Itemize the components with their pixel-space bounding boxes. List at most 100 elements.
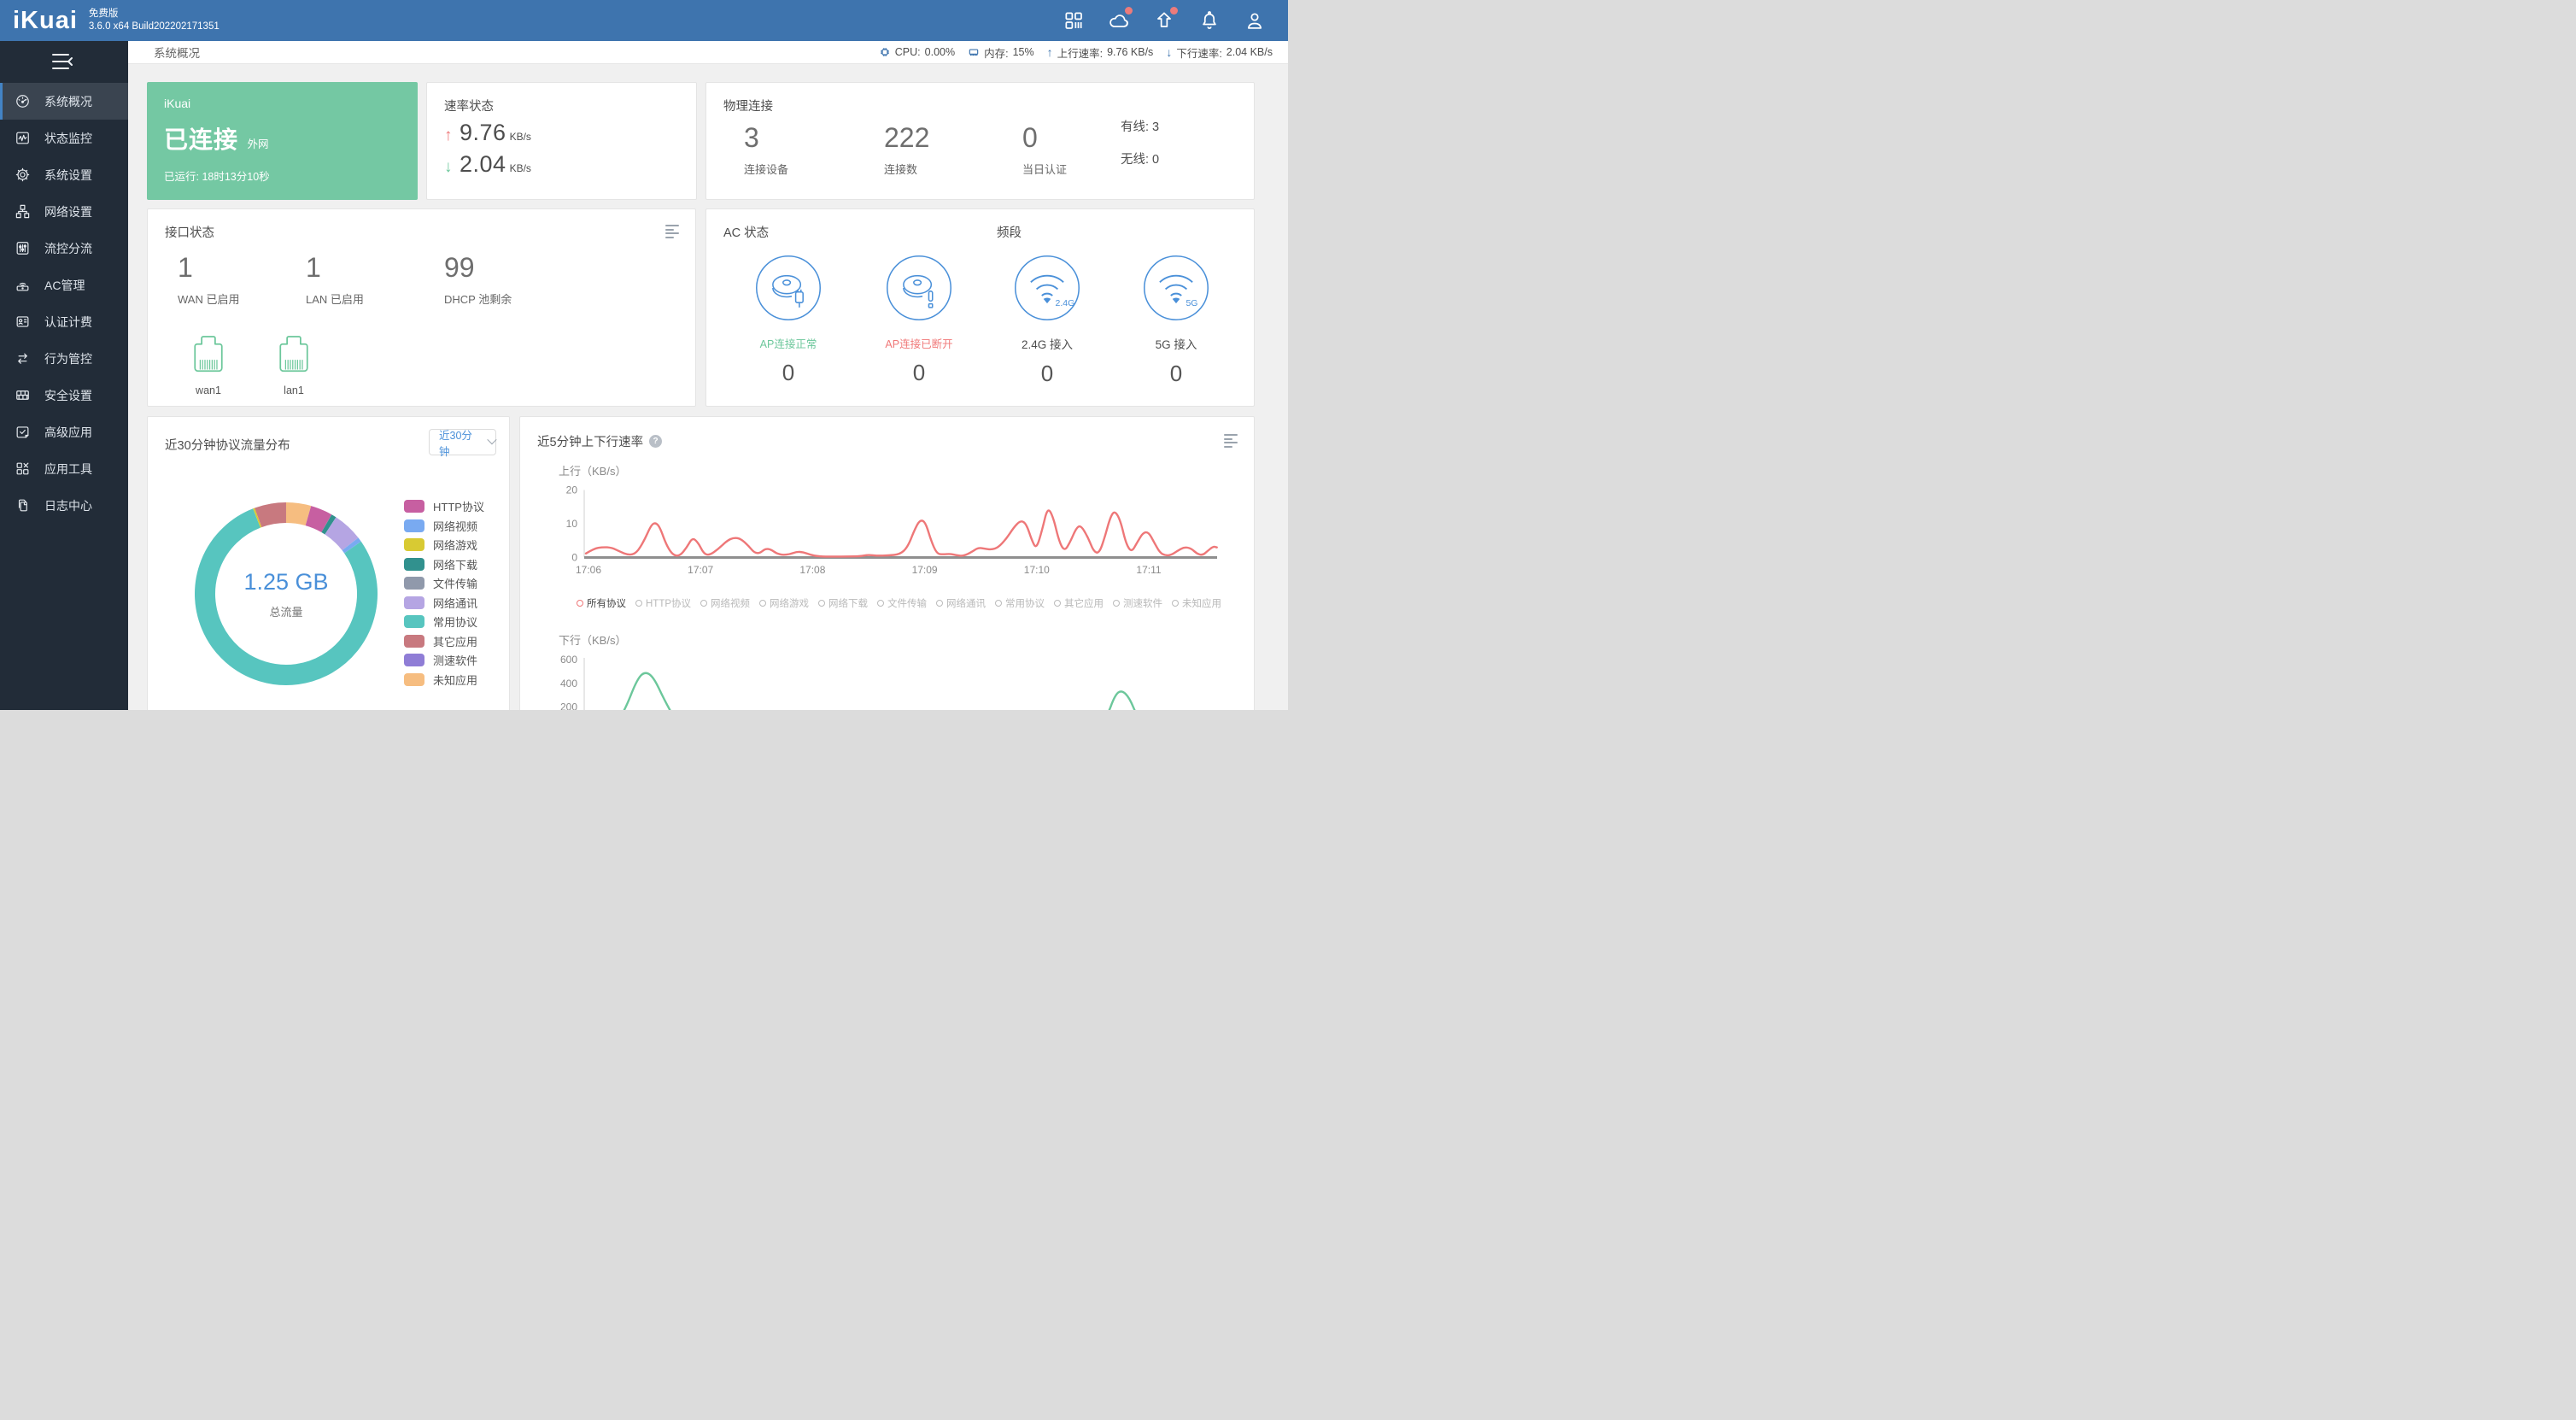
connection-brand: iKuai xyxy=(164,97,401,110)
legend-label: 未知应用 xyxy=(1182,596,1221,610)
memory-icon xyxy=(968,46,980,58)
legend-swatch xyxy=(404,500,424,513)
sidebar-collapse-toggle[interactable] xyxy=(46,50,80,73)
sidebar-item-10[interactable]: 高级应用 xyxy=(0,414,128,450)
rate-legend-item[interactable]: 网络游戏 xyxy=(759,596,809,610)
legend-swatch xyxy=(404,596,424,609)
wifi-24g-icon: 2.4G xyxy=(1011,313,1083,327)
legend-label: 网络下载 xyxy=(828,596,868,610)
svg-text:2.4G: 2.4G xyxy=(1056,298,1075,308)
rate-legend-item[interactable]: 其它应用 xyxy=(1054,596,1104,610)
rate-chart-card: 近5分钟上下行速率 ? 上行（KB/s）0102017:0617:0717:08… xyxy=(519,416,1255,710)
sidebar-item-label: 系统概况 xyxy=(44,93,92,110)
time-range-select[interactable]: 近30分钟 xyxy=(429,429,496,455)
gauge-icon xyxy=(15,93,31,109)
rate-legend-item[interactable]: 文件传输 xyxy=(877,596,927,610)
sliders-icon xyxy=(15,240,31,256)
bell-icon[interactable] xyxy=(1198,9,1221,32)
port-name: lan1 xyxy=(264,384,324,396)
physical-connections-card: 物理连接 3 连接设备 222 连接数 0 当日认证 有线: 3 无线: 0 xyxy=(705,82,1255,200)
legend-label: 网络游戏 xyxy=(433,537,477,553)
svg-text:17:11: 17:11 xyxy=(1136,564,1161,576)
build-label: 3.6.0 x64 Build202202171351 xyxy=(89,21,220,33)
rate-legend-item[interactable]: 常用协议 xyxy=(995,596,1045,610)
rate-legend-item[interactable]: 网络下载 xyxy=(818,596,868,610)
rate-legend-item[interactable]: 网络通讯 xyxy=(936,596,986,610)
legend-ring-icon xyxy=(818,600,825,607)
user-icon[interactable] xyxy=(1244,9,1266,32)
sidebar-item-8[interactable]: 行为管控 xyxy=(0,340,128,377)
rate-legend-item[interactable]: 测速软件 xyxy=(1113,596,1162,610)
protocol-legend-item[interactable]: 网络游戏 xyxy=(404,538,484,551)
protocol-legend-item[interactable]: 常用协议 xyxy=(404,615,484,628)
upgrade-icon[interactable] xyxy=(1153,9,1175,32)
sidebar-item-label: 系统设置 xyxy=(44,167,92,184)
ap-disconnected-label: AP连接已断开 xyxy=(855,335,983,351)
advanced-icon xyxy=(15,424,31,440)
svg-text:17:06: 17:06 xyxy=(576,564,601,576)
sidebar-item-label: 认证计费 xyxy=(44,314,92,331)
sidebar-item-1[interactable]: 系统概况 xyxy=(0,83,128,120)
ap-connected-column: AP连接正常 0 xyxy=(724,252,852,386)
sidebar-item-4[interactable]: 网络设置 xyxy=(0,193,128,230)
legend-label: 文件传输 xyxy=(433,575,477,591)
legend-label: HTTP协议 xyxy=(433,498,484,514)
app-logo[interactable]: iKuai xyxy=(13,7,78,35)
protocol-legend-item[interactable]: 其它应用 xyxy=(404,635,484,648)
legend-ring-icon xyxy=(759,600,766,607)
legend-ring-icon xyxy=(877,600,884,607)
protocol-legend-item[interactable]: HTTP协议 xyxy=(404,500,484,513)
id-card-icon xyxy=(15,314,31,330)
legend-label: HTTP协议 xyxy=(646,596,691,610)
stat-value: 1 xyxy=(306,252,364,284)
svg-text:17:07: 17:07 xyxy=(688,564,713,576)
uplink-metric: ↑ 上行速率: 9.76 KB/s xyxy=(1047,44,1154,61)
svg-text:10: 10 xyxy=(566,518,578,530)
rate-legend-item[interactable]: HTTP协议 xyxy=(635,596,691,610)
sidebar-item-2[interactable]: 状态监控 xyxy=(0,120,128,156)
lan1-port[interactable]: lan1 xyxy=(264,333,324,396)
apps-grid-icon[interactable] xyxy=(1063,9,1085,32)
wifi-5g-icon: 5G xyxy=(1140,313,1212,327)
connection-network: 外网 xyxy=(247,138,268,150)
band-5g-count: 0 xyxy=(1112,361,1240,387)
protocol-legend-item[interactable]: 网络通讯 xyxy=(404,596,484,609)
download-arrow-icon: ↓ xyxy=(444,158,460,177)
cloud-icon[interactable] xyxy=(1108,9,1130,32)
dhcp-pool-stat: 99 DHCP 池剩余 xyxy=(444,252,512,307)
sidebar-item-12[interactable]: 日志中心 xyxy=(0,487,128,524)
wan1-port[interactable]: wan1 xyxy=(179,333,238,396)
rate-legend-item[interactable]: 网络视频 xyxy=(700,596,750,610)
legend-ring-icon xyxy=(1113,600,1120,607)
rate-line-chart: 上行（KB/s）0102017:0617:0717:0817:0917:1017… xyxy=(520,417,1256,710)
svg-text:0: 0 xyxy=(571,552,577,564)
topbar: iKuai 免费版 3.6.0 x64 Build202202171351 xyxy=(0,0,1288,41)
protocol-legend-item[interactable]: 未知应用 xyxy=(404,673,484,686)
legend-swatch xyxy=(404,673,424,686)
card-menu-icon[interactable] xyxy=(665,225,680,238)
protocol-legend-item[interactable]: 测速软件 xyxy=(404,654,484,666)
legend-swatch xyxy=(404,558,424,571)
rate-legend: 所有协议 HTTP协议 网络视频 网络游戏 网络下载文件传输网络通讯常用协议其它应用 测速… xyxy=(577,596,1243,610)
legend-ring-icon xyxy=(1172,600,1179,607)
legend-label: 网络游戏 xyxy=(770,596,809,610)
legend-label: 未知应用 xyxy=(433,672,477,688)
rate-legend-item[interactable]: 所有协议 xyxy=(577,596,626,610)
legend-label: 网络视频 xyxy=(711,596,750,610)
sidebar-item-5[interactable]: 流控分流 xyxy=(0,230,128,267)
protocol-legend-item[interactable]: 网络下载 xyxy=(404,558,484,571)
upload-arrow-icon: ↑ xyxy=(444,126,460,145)
sidebar-item-9[interactable]: 安全设置 xyxy=(0,377,128,414)
sidebar-item-11[interactable]: 应用工具 xyxy=(0,450,128,487)
sidebar-item-6[interactable]: AC管理 xyxy=(0,267,128,303)
rate-legend-item[interactable]: 未知应用 xyxy=(1172,596,1221,610)
sidebar-item-3[interactable]: 系统设置 xyxy=(0,156,128,193)
protocol-legend-item[interactable]: 文件传输 xyxy=(404,577,484,590)
down-arrow-icon: ↓ xyxy=(1166,45,1172,59)
sidebar-item-7[interactable]: 认证计费 xyxy=(0,303,128,340)
protocol-legend-item[interactable]: 网络视频 xyxy=(404,519,484,532)
uplink-label: 上行速率: xyxy=(1057,44,1103,61)
legend-swatch xyxy=(404,519,424,532)
legend-label: 测速软件 xyxy=(1123,596,1162,610)
sidebar-item-label: 高级应用 xyxy=(44,424,92,441)
